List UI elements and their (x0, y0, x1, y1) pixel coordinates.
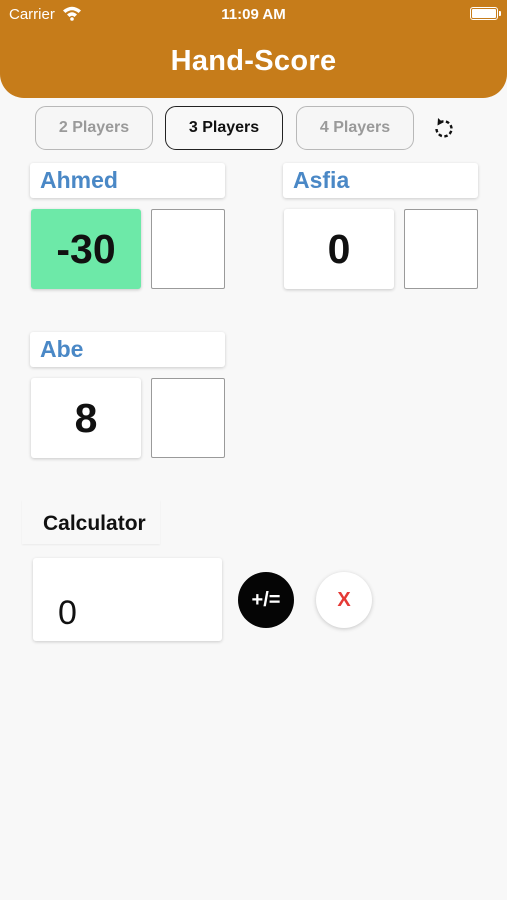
score-entry-asfia[interactable] (404, 209, 478, 289)
player-score-ahmed: -30 (31, 209, 141, 289)
battery-icon (470, 7, 501, 20)
status-time: 11:09 AM (221, 6, 286, 23)
page-title: Hand-Score (170, 45, 337, 77)
tab-2-players[interactable]: 2 Players (35, 106, 153, 150)
sign-toggle-button[interactable]: +/= (238, 572, 294, 628)
clear-button[interactable]: X (316, 572, 372, 628)
player-name-asfia[interactable]: Asfia (283, 163, 478, 198)
calculator-display[interactable]: 0 (33, 558, 222, 641)
tab-4-players[interactable]: 4 Players (296, 106, 414, 150)
status-bar: Carrier 11:09 AM (0, 0, 507, 28)
score-entry-ahmed[interactable] (151, 209, 225, 289)
score-entry-abe[interactable] (151, 378, 225, 458)
player-score-abe: 8 (31, 378, 141, 458)
refresh-icon[interactable] (430, 115, 458, 143)
player-score-asfia: 0 (284, 209, 394, 289)
player-name-ahmed[interactable]: Ahmed (30, 163, 225, 198)
tab-3-players[interactable]: 3 Players (165, 106, 283, 150)
calculator-title: Calculator (43, 512, 146, 535)
player-name-abe[interactable]: Abe (30, 332, 225, 367)
